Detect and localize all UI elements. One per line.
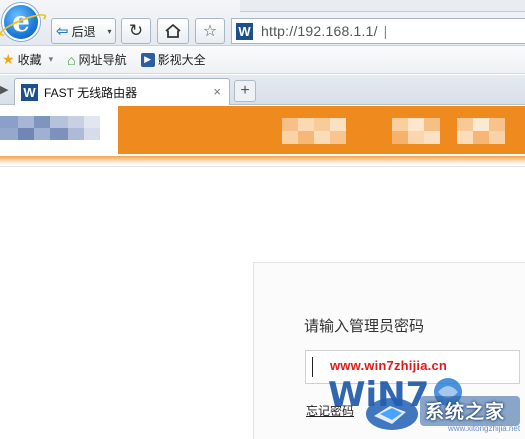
favorites-menu[interactable]: ★ 收藏 bbox=[2, 51, 42, 68]
close-icon[interactable]: × bbox=[213, 84, 221, 99]
favorites-bar: ★ 收藏 ▾ ⌂ 网址导航 ▶ 影视大全 bbox=[0, 46, 525, 74]
watermark-url: www.win7zhijia.cn bbox=[330, 358, 448, 373]
favorites-dropdown-icon[interactable]: ▾ bbox=[49, 54, 54, 65]
favorites-label: 收藏 bbox=[17, 53, 42, 67]
ie-logo-icon: e bbox=[2, 3, 40, 41]
tab-fast-router[interactable]: W FAST 无线路由器 × bbox=[14, 78, 230, 105]
star-icon: ★ bbox=[2, 51, 15, 67]
refresh-button[interactable]: ↻ bbox=[121, 18, 151, 44]
back-label: 后退 bbox=[71, 24, 96, 39]
favorites-item-navigation[interactable]: ⌂ 网址导航 bbox=[67, 51, 126, 68]
home-icon bbox=[165, 24, 181, 38]
tab-favicon-icon: W bbox=[21, 83, 38, 101]
brand-watermark-domain: www.xitongzhijia.net bbox=[448, 424, 521, 433]
password-prompt: 请输入管理员密码 bbox=[304, 318, 425, 335]
tab-label: FAST 无线路由器 bbox=[44, 85, 138, 100]
back-arrow-icon: ⇦ bbox=[56, 23, 69, 40]
home-button[interactable] bbox=[157, 18, 189, 44]
site-favicon-icon: W bbox=[236, 22, 253, 40]
back-history-dropdown[interactable]: ▾ bbox=[104, 18, 116, 44]
router-header-banner bbox=[0, 106, 525, 164]
input-caret bbox=[312, 357, 313, 377]
blurred-header-text bbox=[282, 118, 522, 144]
video-icon: ▶ bbox=[140, 52, 155, 67]
address-url: http://192.168.1.1/ bbox=[261, 23, 378, 39]
brand-watermark-text: 系统之家 bbox=[425, 401, 506, 423]
blurred-logo bbox=[0, 116, 100, 146]
tab-bar: ▶ W FAST 无线路由器 × + bbox=[0, 75, 525, 105]
new-tab-button[interactable]: + bbox=[234, 80, 256, 102]
navigation-icon: ⌂ bbox=[67, 51, 76, 68]
favorite-button[interactable]: ☆ bbox=[195, 18, 225, 44]
content-divider bbox=[0, 166, 525, 167]
header-gradient-line bbox=[0, 156, 525, 164]
back-button[interactable]: ⇦ 后退 bbox=[51, 18, 105, 44]
text-caret: | bbox=[383, 23, 388, 39]
title-strip bbox=[240, 0, 525, 12]
address-bar[interactable]: W http://192.168.1.1/ | bbox=[231, 18, 525, 44]
tab-scroll-icon[interactable]: ▶ bbox=[0, 83, 8, 96]
browser-toolbar: e ⇦ 后退 ▾ ↻ ☆ W http://192.168.1.1/ | bbox=[0, 0, 525, 46]
navigation-label: 网址导航 bbox=[78, 53, 127, 67]
favorites-item-video[interactable]: ▶ 影视大全 bbox=[140, 51, 206, 68]
video-label: 影视大全 bbox=[157, 53, 206, 67]
